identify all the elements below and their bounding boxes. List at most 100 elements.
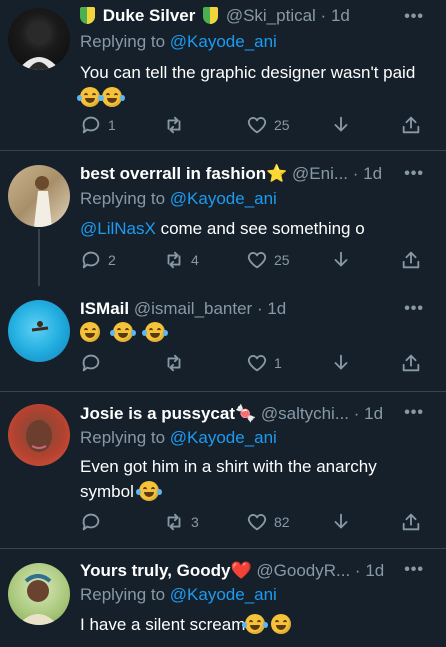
arrow-down-icon [334, 116, 348, 132]
rolling-on-floor-laughing-emoji [142, 322, 169, 342]
reply-button[interactable] [80, 510, 108, 534]
share-icon [402, 251, 420, 269]
tweet-text: Even got him in a shirt with the anarchy… [80, 457, 377, 501]
display-name[interactable]: best overrall in fashion [80, 164, 266, 183]
tweet-header: Yours truly, Goody❤️ @GoodyR... · 1d [80, 561, 402, 583]
tweet-best-overrall[interactable]: best overrall in fashion⭐ @Eni... · 1d •… [0, 151, 446, 286]
more-options-icon[interactable]: ••• [404, 561, 424, 579]
more-options-icon[interactable]: ••• [404, 300, 424, 318]
download-button[interactable] [330, 248, 352, 272]
handle[interactable]: @Ski_ptical [226, 6, 316, 25]
like-button[interactable]: 1 [246, 351, 282, 375]
share-button[interactable] [400, 248, 422, 272]
heart-icon [247, 514, 267, 531]
download-button[interactable] [330, 113, 352, 137]
separator: · [349, 404, 365, 423]
tweet-actions: 1 [80, 351, 426, 375]
share-button[interactable] [400, 351, 422, 375]
handle[interactable]: @ismail_banter [134, 299, 252, 318]
heart-icon [247, 117, 267, 134]
display-name[interactable]: ISMail [80, 299, 129, 318]
reply-icon [82, 251, 100, 269]
reply-mention-link[interactable]: @Kayode_ani [170, 428, 277, 447]
handle[interactable]: @saltychi... [261, 404, 349, 423]
timestamp[interactable]: 1d [365, 561, 384, 580]
reply-mention-link[interactable]: @Kayode_ani [170, 189, 277, 208]
reply-button[interactable]: 2 [80, 248, 116, 272]
avatar[interactable] [8, 563, 70, 625]
tweet-text [80, 320, 426, 345]
handle[interactable]: @Eni... [292, 164, 348, 183]
avatar[interactable] [8, 300, 70, 362]
more-options-icon[interactable]: ••• [404, 8, 424, 26]
tweet-header: Josie is a pussycat🍬 @saltychi... · 1d [80, 404, 402, 426]
rolling-on-floor-laughing-emoji [77, 87, 103, 107]
tweet-text: @LilNasX come and see something o [80, 219, 365, 238]
retweet-button[interactable]: 3 [163, 510, 199, 534]
replying-to: Replying to @Kayode_ani [80, 585, 277, 604]
arrow-down-icon [334, 251, 348, 267]
mention-link[interactable]: @LilNasX [80, 219, 156, 238]
download-button[interactable] [330, 510, 352, 534]
more-options-icon[interactable]: ••• [404, 404, 424, 422]
reply-icon [82, 116, 100, 134]
tweet-goody[interactable]: Yours truly, Goody❤️ @GoodyR... · 1d •••… [0, 549, 446, 647]
reply-icon [82, 354, 100, 372]
like-button[interactable]: 25 [246, 248, 290, 272]
retweet-icon [167, 354, 181, 372]
reply-mention-link[interactable]: @Kayode_ani [170, 585, 277, 604]
retweet-icon [167, 116, 181, 134]
tweet-actions: 3 82 [80, 510, 426, 534]
retweet-button[interactable] [163, 351, 191, 375]
flag-badge-icon [80, 7, 95, 24]
tweet-header: ISMail @ismail_banter · 1d [80, 299, 402, 321]
retweet-icon [167, 251, 181, 269]
display-name[interactable]: Duke Silver [103, 6, 196, 25]
handle[interactable]: @GoodyR... [256, 561, 350, 580]
face-with-hand-over-mouth-emoji [271, 614, 292, 634]
arrow-down-icon [334, 354, 348, 370]
reply-button[interactable] [80, 351, 108, 375]
display-name[interactable]: Yours truly, Goody [80, 561, 231, 580]
tweet-text: I have a silent scream [80, 612, 426, 637]
reply-mention-link[interactable]: @Kayode_ani [170, 32, 277, 51]
heart-icon [247, 355, 267, 372]
star-icon: ⭐ [266, 164, 288, 183]
display-name[interactable]: Josie is a pussycat [80, 404, 235, 423]
separator: · [252, 299, 268, 318]
avatar[interactable] [8, 8, 70, 70]
timestamp[interactable]: 1d [364, 404, 383, 423]
tweet-josie[interactable]: Josie is a pussycat🍬 @saltychi... · 1d •… [0, 392, 446, 548]
tweet-actions: 1 25 [80, 113, 426, 137]
flag-badge-icon [203, 7, 219, 24]
timestamp[interactable]: 1d [267, 299, 286, 318]
arrow-down-icon [334, 513, 348, 529]
tweet-text: You can tell the graphic designer wasn't… [77, 60, 426, 110]
avatar[interactable] [8, 165, 70, 227]
separator: · [348, 164, 364, 183]
replying-to: Replying to @Kayode_ani [80, 189, 277, 208]
thread-line [38, 229, 40, 286]
like-button[interactable]: 82 [246, 510, 290, 534]
retweet-button[interactable]: 4 [163, 248, 199, 272]
tweet-ismail[interactable]: ISMail @ismail_banter · 1d ••• 1 [0, 286, 446, 392]
rolling-on-floor-laughing-emoji [99, 87, 125, 107]
reply-button[interactable]: 1 [80, 113, 116, 137]
share-icon [402, 116, 420, 134]
separator: · [350, 561, 366, 580]
download-button[interactable] [330, 351, 352, 375]
retweet-button[interactable] [163, 113, 191, 137]
timestamp[interactable]: 1d [331, 6, 350, 25]
timestamp[interactable]: 1d [363, 164, 382, 183]
avatar[interactable] [8, 404, 70, 466]
like-button[interactable]: 25 [246, 113, 290, 137]
tweet-duke-silver[interactable]: Duke Silver @Ski_ptical · 1d ••• Replyin… [0, 0, 446, 150]
separator: · [315, 6, 331, 25]
grinning-face-emoji [80, 322, 100, 342]
tweet-header: Duke Silver @Ski_ptical · 1d [80, 6, 402, 28]
more-options-icon[interactable]: ••• [404, 165, 424, 183]
replying-to: Replying to @Kayode_ani [80, 32, 277, 51]
share-button[interactable] [400, 510, 422, 534]
share-button[interactable] [400, 113, 422, 137]
retweet-icon [167, 513, 181, 531]
